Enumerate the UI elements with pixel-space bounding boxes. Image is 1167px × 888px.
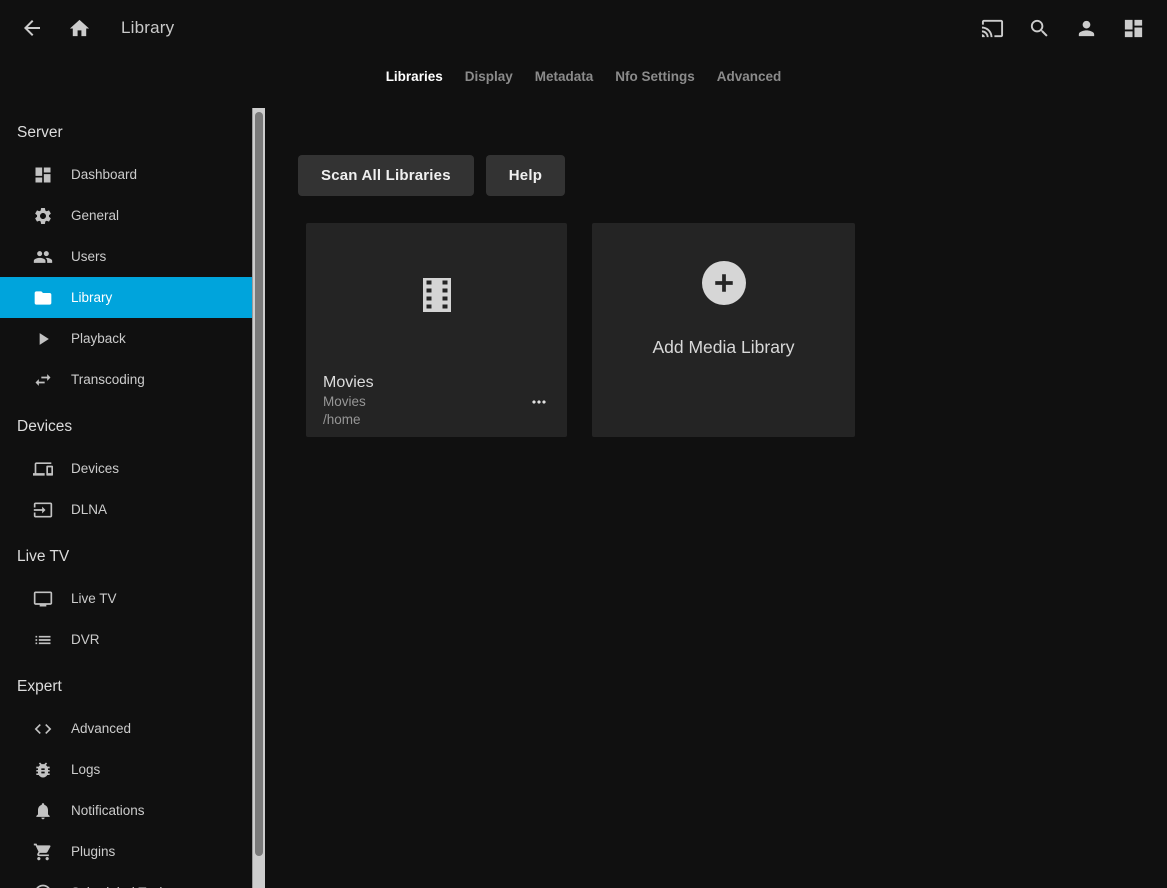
sidebar-section-title: Devices xyxy=(0,412,252,442)
scan-all-libraries-button[interactable]: Scan All Libraries xyxy=(298,155,474,196)
dashboard-icon xyxy=(1122,17,1145,40)
folder-icon xyxy=(33,288,53,308)
sidebar-item-general[interactable]: General xyxy=(0,195,252,236)
sidebar-item-label: Logs xyxy=(71,762,100,777)
admin-sidebar: Server Dashboard General xyxy=(0,96,265,888)
sidebar-item-transcoding[interactable]: Transcoding xyxy=(0,359,252,400)
sidebar-item-playback[interactable]: Playback xyxy=(0,318,252,359)
sidebar-item-plugins[interactable]: Plugins xyxy=(0,831,252,872)
top-app-bar: Library xyxy=(0,0,1167,56)
user-button[interactable] xyxy=(1066,8,1106,48)
bell-icon xyxy=(33,801,53,821)
swap-arrows-icon xyxy=(33,370,53,390)
search-icon xyxy=(1028,17,1051,40)
play-icon xyxy=(33,329,53,349)
add-media-library-label: Add Media Library xyxy=(652,337,794,358)
sidebar-item-label: Library xyxy=(71,290,112,305)
page-title: Library xyxy=(121,18,174,38)
code-icon xyxy=(33,719,53,739)
sidebar-item-library[interactable]: Library xyxy=(0,277,252,318)
dashboard-icon xyxy=(33,165,53,185)
tab-nfo-settings[interactable]: Nfo Settings xyxy=(615,63,695,90)
sidebar-item-label: DLNA xyxy=(71,502,107,517)
clock-icon xyxy=(33,883,53,888)
arrow-back-icon xyxy=(20,16,44,40)
sidebar-item-devices[interactable]: Devices xyxy=(0,448,252,489)
library-card-type: Movies xyxy=(323,393,550,411)
sidebar-item-dlna[interactable]: DLNA xyxy=(0,489,252,530)
cast-icon xyxy=(981,17,1004,40)
sidebar-item-label: Users xyxy=(71,249,106,264)
sidebar-section-devices: Devices Devices DLNA xyxy=(0,412,252,530)
sidebar-item-scheduled-tasks[interactable]: Scheduled Tasks xyxy=(0,872,252,888)
sidebar-item-label: Playback xyxy=(71,331,126,346)
sidebar-section-title: Expert xyxy=(0,672,252,702)
sidebar-item-label: Transcoding xyxy=(71,372,145,387)
sidebar-item-dashboard[interactable]: Dashboard xyxy=(0,154,252,195)
add-media-library-card[interactable]: Add Media Library xyxy=(592,223,855,437)
cast-button[interactable] xyxy=(972,8,1012,48)
input-icon xyxy=(33,500,53,520)
help-button[interactable]: Help xyxy=(486,155,565,196)
sidebar-item-dvr[interactable]: DVR xyxy=(0,619,252,660)
sidebar-section-server: Server Dashboard General xyxy=(0,118,252,400)
sidebar-item-label: General xyxy=(71,208,119,223)
home-icon xyxy=(68,17,91,40)
sidebar-item-label: Advanced xyxy=(71,721,131,736)
plus-icon xyxy=(702,261,746,305)
library-card-menu-button[interactable] xyxy=(525,392,553,412)
sidebar-item-logs[interactable]: Logs xyxy=(0,749,252,790)
search-button[interactable] xyxy=(1019,8,1059,48)
settings-tab-bar: Libraries Display Metadata Nfo Settings … xyxy=(0,56,1167,96)
user-icon xyxy=(1075,17,1098,40)
tab-metadata[interactable]: Metadata xyxy=(535,63,594,90)
library-content: Scan All Libraries Help xyxy=(265,96,1167,888)
sidebar-scrollbar[interactable] xyxy=(252,108,265,888)
tab-advanced[interactable]: Advanced xyxy=(717,63,782,90)
sidebar-item-notifications[interactable]: Notifications xyxy=(0,790,252,831)
library-card-movies[interactable]: Movies Movies /home xyxy=(306,223,567,437)
cart-icon xyxy=(33,842,53,862)
tab-libraries[interactable]: Libraries xyxy=(386,63,443,90)
film-icon xyxy=(423,278,451,312)
sidebar-item-label: Plugins xyxy=(71,844,115,859)
sidebar-item-live-tv[interactable]: Live TV xyxy=(0,578,252,619)
gear-icon xyxy=(33,206,53,226)
sidebar-item-label: Notifications xyxy=(71,803,145,818)
sidebar-item-advanced[interactable]: Advanced xyxy=(0,708,252,749)
sidebar-section-live-tv: Live TV Live TV DVR xyxy=(0,542,252,660)
sidebar-section-title: Live TV xyxy=(0,542,252,572)
sidebar-item-label: Devices xyxy=(71,461,119,476)
sidebar-scrollbar-thumb[interactable] xyxy=(255,112,263,856)
bug-icon xyxy=(33,760,53,780)
home-button[interactable] xyxy=(59,8,99,48)
library-card-image-area xyxy=(306,223,567,367)
sidebar-item-label: Live TV xyxy=(71,591,117,606)
library-card-title: Movies xyxy=(323,372,550,393)
more-horizontal-icon xyxy=(529,392,549,412)
sidebar-item-users[interactable]: Users xyxy=(0,236,252,277)
sidebar-section-title: Server xyxy=(0,118,252,148)
sidebar-item-label: DVR xyxy=(71,632,100,647)
library-card-path: /home xyxy=(323,411,550,429)
tab-display[interactable]: Display xyxy=(465,63,513,90)
dashboard-button[interactable] xyxy=(1113,8,1153,48)
list-icon xyxy=(33,630,53,650)
devices-icon xyxy=(33,459,53,479)
back-button[interactable] xyxy=(12,8,52,48)
tv-icon xyxy=(33,589,53,609)
users-icon xyxy=(33,247,53,267)
sidebar-section-expert: Expert Advanced Logs xyxy=(0,672,252,888)
sidebar-item-label: Dashboard xyxy=(71,167,137,182)
